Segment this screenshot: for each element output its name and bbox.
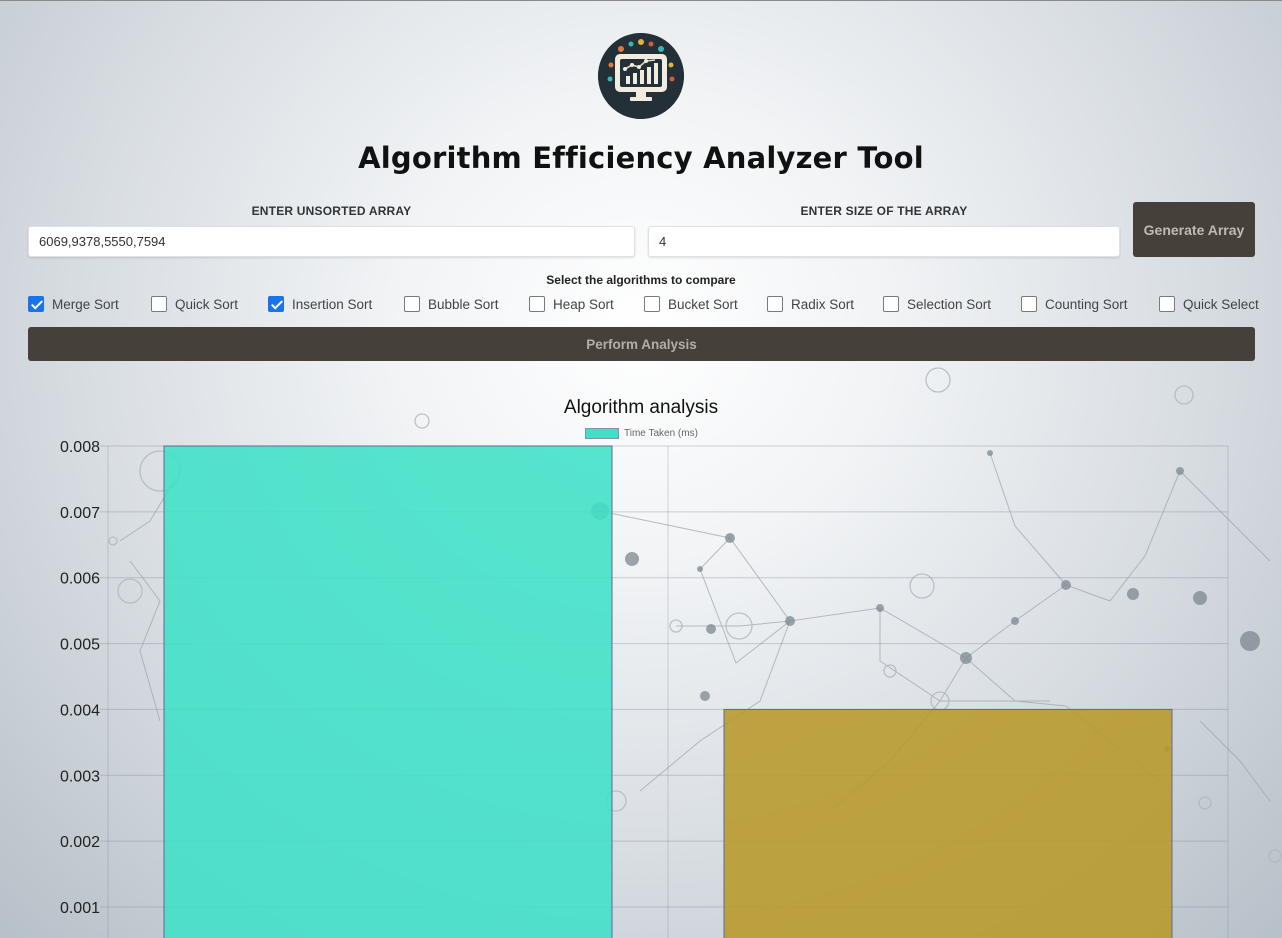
app-root: Algorithm Efficiency Analyzer Tool ENTER…: [0, 1, 1282, 938]
y-tick-label: 0.006: [60, 571, 100, 588]
y-tick-label: 0.001: [60, 900, 100, 917]
y-tick-label: 0.004: [60, 702, 100, 719]
y-tick-label: 0.008: [60, 439, 100, 456]
y-tick-label: 0.003: [60, 768, 100, 785]
y-tick-label: 0.005: [60, 637, 100, 654]
bar[interactable]: [163, 445, 613, 938]
bar-chart: 0.008 0.007 0.006 0.005 0.004 0.003 0.002 0.001: [60, 439, 1229, 938]
y-tick-label: 0.002: [60, 834, 100, 851]
bar[interactable]: [723, 708, 1173, 938]
y-tick-label: 0.007: [60, 505, 100, 522]
